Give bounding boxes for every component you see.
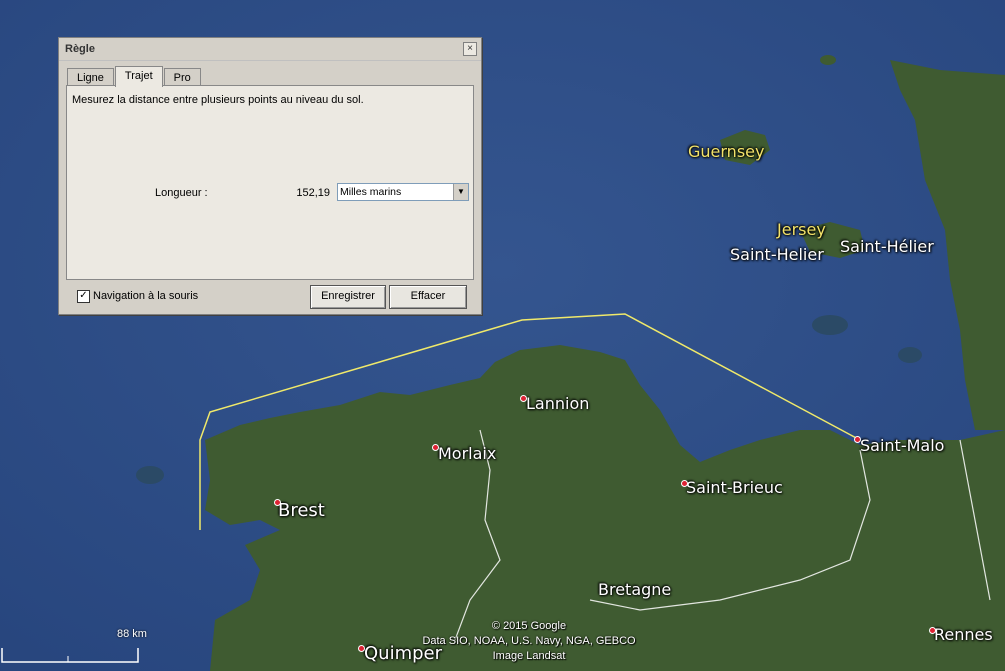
marker-saint-brieuc[interactable] [681, 480, 688, 487]
tab-panel: Mesurez la distance entre plusieurs poin… [66, 85, 474, 280]
place-morlaix: Morlaix [438, 444, 497, 463]
marker-saint-malo[interactable] [854, 436, 861, 443]
place-saint-brieuc: Saint-Brieuc [686, 478, 783, 497]
unit-select-value: Milles marins [340, 186, 402, 198]
chevron-down-icon[interactable]: ▼ [453, 184, 468, 200]
attribution-line: © 2015 Google [491, 620, 567, 632]
dialog-titlebar[interactable]: Règle × [59, 38, 481, 61]
place-rennes: Rennes [934, 625, 993, 644]
save-button[interactable]: Enregistrer [310, 285, 386, 309]
dialog-tabs: Ligne Trajet Pro [67, 66, 202, 87]
length-label: Longueur : [155, 187, 208, 199]
mouse-navigation-checkbox[interactable]: ✓ [77, 290, 90, 303]
marker-lannion[interactable] [520, 395, 527, 402]
description-text: Mesurez la distance entre plusieurs poin… [72, 94, 364, 106]
marker-morlaix[interactable] [432, 444, 439, 451]
attribution-line: Image Landsat [492, 650, 566, 662]
tab-trajet[interactable]: Trajet [114, 66, 163, 87]
place-brest: Brest [278, 500, 325, 521]
place-bretagne: Bretagne [598, 580, 672, 599]
place-lannion: Lannion [526, 394, 590, 413]
marker-brest[interactable] [274, 499, 281, 506]
marker-rennes[interactable] [929, 627, 936, 634]
attribution-line: Data SIO, NOAA, U.S. Navy, NGA, GEBCO [422, 635, 636, 647]
place-saint-helier-en: Saint-Helier [730, 245, 824, 264]
clear-button[interactable]: Effacer [389, 285, 467, 309]
ruler-dialog: Règle × Ligne Trajet Pro Mesurez la dist… [58, 37, 482, 315]
mouse-navigation-label: Navigation à la souris [93, 290, 199, 302]
place-guernsey: Guernsey [688, 142, 765, 161]
dialog-title: Règle [65, 43, 95, 55]
place-saint-helier-fr: Saint-Hélier [840, 237, 934, 256]
scale-label: 88 km [117, 628, 147, 640]
place-saint-malo: Saint-Malo [860, 436, 945, 455]
unit-select[interactable]: Milles marins ▼ [337, 183, 469, 201]
map-attribution: © 2015 Google Data SIO, NOAA, U.S. Navy,… [404, 619, 654, 664]
marker-quimper[interactable] [358, 645, 365, 652]
close-button[interactable]: × [463, 42, 477, 56]
length-value: 152,19 [296, 187, 330, 199]
place-jersey: Jersey [777, 220, 826, 239]
